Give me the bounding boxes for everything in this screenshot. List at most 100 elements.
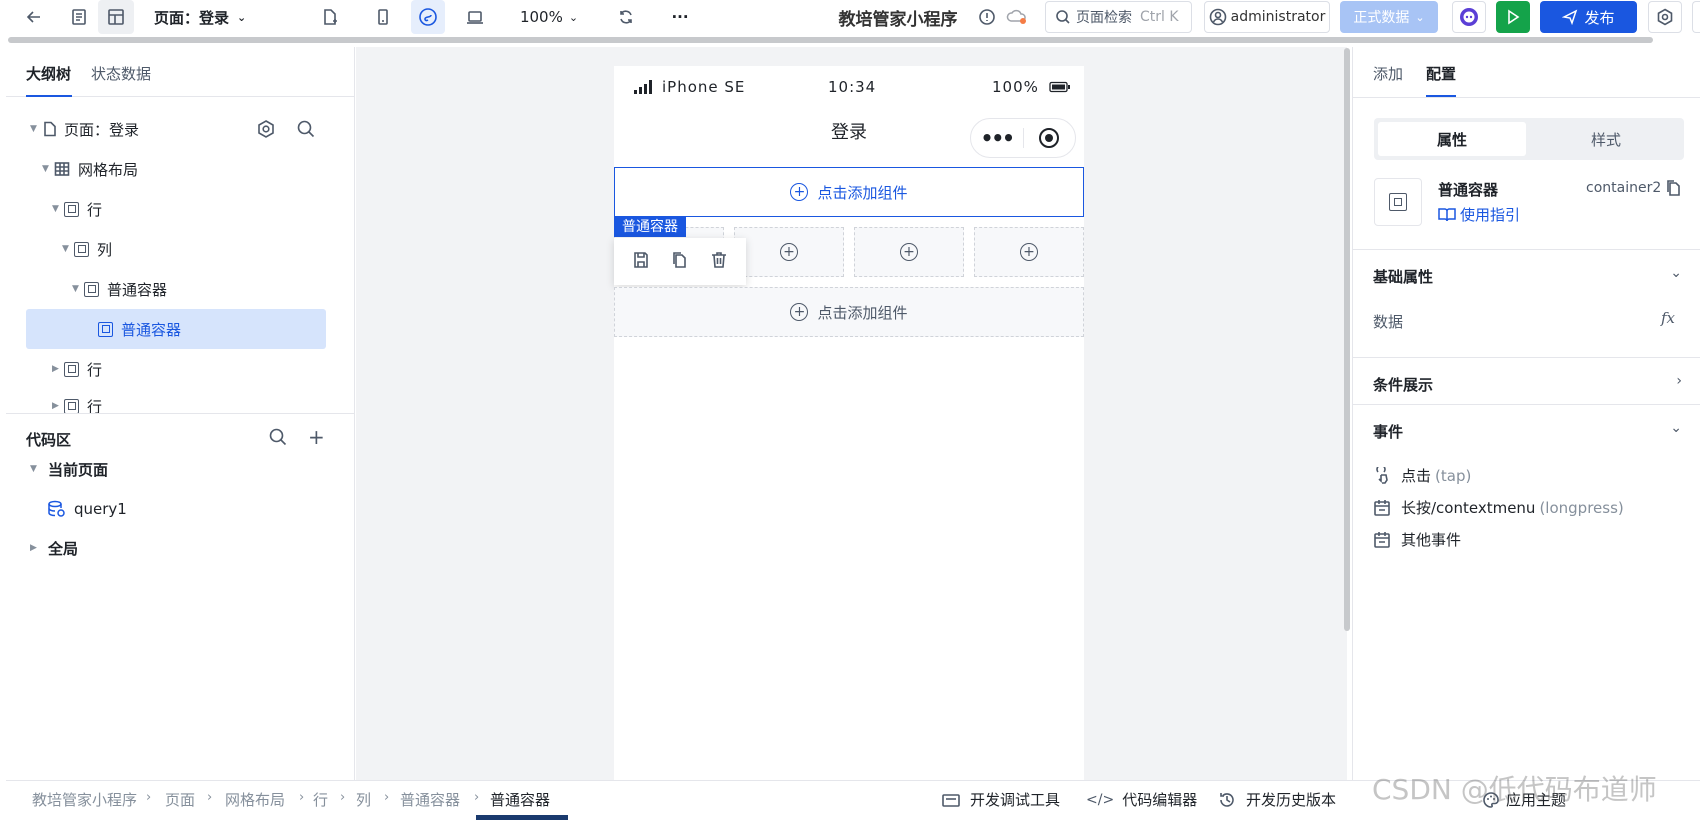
breadcrumb-app[interactable]: 教培管家小程序 — [32, 789, 137, 810]
publish-button[interactable]: 发布 — [1540, 1, 1637, 33]
container-icon — [84, 281, 99, 297]
page-settings-button[interactable] — [256, 119, 276, 143]
settings-button[interactable] — [1648, 1, 1682, 33]
tree-node-grid-layout[interactable]: ▼ 网格布局 — [42, 149, 322, 189]
calendar-icon — [1374, 531, 1390, 548]
add-code-button[interactable]: + — [308, 425, 325, 449]
ai-assistant-button[interactable] — [1452, 1, 1486, 33]
breadcrumb-container[interactable]: 普通容器 — [400, 789, 460, 810]
tree-search-button[interactable] — [296, 119, 316, 143]
desktop-device-button[interactable] — [458, 0, 492, 34]
tree-overflow-clip: ▶ 行 — [6, 389, 355, 413]
tree-node-container[interactable]: ▼ 普通容器 — [72, 269, 322, 309]
basic-properties-title[interactable]: 基础属性 — [1373, 266, 1433, 287]
laptop-icon — [467, 11, 483, 24]
miniprogram-device-button[interactable] — [411, 0, 445, 34]
add-component-slot-bottom[interactable]: + 点击添加组件 — [614, 287, 1084, 337]
code-editor-button[interactable]: </> 代码编辑器 — [1086, 789, 1197, 810]
code-search-button[interactable] — [268, 427, 288, 451]
condition-display-title[interactable]: 条件展示 — [1373, 374, 1433, 395]
grid-cell[interactable]: + — [974, 227, 1084, 277]
event-other[interactable]: 其他事件 — [1373, 529, 1461, 550]
chevron-right-icon[interactable]: › — [1676, 373, 1682, 389]
container-icon — [64, 398, 79, 413]
segment-styles[interactable]: 样式 — [1532, 122, 1680, 156]
chevron-down-icon[interactable]: ⌄ — [1670, 420, 1682, 436]
refresh-button[interactable] — [611, 0, 641, 34]
tree-node-row[interactable]: ▼ 行 — [52, 189, 322, 229]
tab-state-data[interactable]: 状态数据 — [91, 63, 151, 84]
tool-label: 开发历史版本 — [1246, 791, 1337, 809]
code-item-query1[interactable]: query1 — [46, 489, 306, 529]
grid-cell[interactable]: + — [734, 227, 844, 277]
breadcrumb-grid-layout[interactable]: 网格布局 — [225, 789, 285, 810]
database-query-icon — [48, 500, 65, 517]
back-button[interactable] — [20, 0, 48, 34]
plus-circle-icon: + — [1020, 243, 1038, 261]
breadcrumb-row[interactable]: 行 — [313, 789, 328, 810]
layout-view-button[interactable] — [98, 0, 134, 34]
ai-bot-icon — [1460, 8, 1478, 26]
tree-node-page[interactable]: ▼ 页面：登录 — [30, 109, 330, 149]
run-preview-button[interactable] — [1496, 1, 1530, 33]
page-selector[interactable]: 页面：登录 ⌄ — [154, 0, 254, 34]
status-bar-right: 100% — [992, 78, 1071, 96]
more-button[interactable]: ··· — [666, 0, 694, 34]
tree-node-row[interactable]: ▶ 行 — [52, 349, 322, 389]
usage-guide-link[interactable]: 使用指引 — [1438, 204, 1520, 225]
tab-add[interactable]: 添加 — [1373, 63, 1403, 84]
env-data-select[interactable]: 正式数据 ⌄ — [1340, 1, 1438, 33]
code-group-current-page[interactable]: ▼ 当前页面 — [30, 449, 310, 489]
history-versions-button[interactable]: 开发历史版本 — [1218, 789, 1336, 810]
fx-expression-button[interactable]: fx — [1661, 309, 1675, 327]
tree-node-row[interactable]: ▶ 行 — [52, 389, 322, 413]
chevron-down-icon[interactable]: ⌄ — [1670, 265, 1682, 281]
tree-node-label: 行 — [87, 200, 103, 219]
document-icon — [72, 9, 86, 25]
breadcrumb-column[interactable]: 列 — [356, 789, 371, 810]
copy-button[interactable] — [671, 251, 689, 273]
carrier-label: iPhone SE — [662, 78, 746, 96]
event-tap[interactable]: 点击 (tap) — [1373, 465, 1471, 486]
user-icon — [1209, 8, 1226, 26]
capsule-more-icon[interactable]: ••• — [971, 126, 1023, 150]
tab-outline-tree[interactable]: 大纲树 — [26, 63, 71, 84]
grid-cell[interactable]: + — [854, 227, 964, 277]
tool-label: 开发调试工具 — [970, 791, 1061, 809]
tool-label: 代码编辑器 — [1122, 791, 1198, 809]
outline-view-button[interactable] — [64, 0, 94, 34]
event-longpress[interactable]: 长按/contextmenu (longpress) — [1373, 497, 1624, 518]
capsule-close-icon[interactable] — [1023, 127, 1075, 149]
save-button[interactable] — [632, 251, 650, 273]
copy-icon[interactable] — [1665, 180, 1681, 196]
user-menu[interactable]: administrator — [1204, 1, 1330, 33]
tab-active-indicator — [26, 95, 72, 97]
zoom-selector[interactable]: 100% ⌄ — [518, 0, 580, 34]
delete-button[interactable] — [710, 251, 728, 273]
code-group-global[interactable]: ▶ 全局 — [30, 528, 310, 568]
horizontal-scrollbar[interactable] — [8, 37, 1653, 43]
tree-node-container-selected[interactable]: 普通容器 — [26, 309, 326, 349]
dev-debug-tools-button[interactable]: 开发调试工具 — [942, 789, 1060, 810]
vertical-scrollbar[interactable] — [1344, 48, 1350, 631]
events-title[interactable]: 事件 — [1373, 421, 1403, 442]
info-button[interactable] — [976, 0, 998, 34]
code-group-label: 全局 — [48, 539, 79, 558]
search-shortcut: Ctrl K — [1140, 9, 1179, 25]
add-page-button[interactable] — [316, 0, 344, 34]
component-id-label: container2 — [1586, 180, 1662, 196]
component-name: 普通容器 — [1438, 181, 1499, 199]
tab-config[interactable]: 配置 — [1426, 63, 1456, 84]
refresh-icon — [620, 10, 632, 24]
segment-properties[interactable]: 属性 — [1378, 122, 1526, 156]
caret-down-icon: ▼ — [30, 464, 37, 474]
page-search-input[interactable]: 页面检索 Ctrl K — [1045, 1, 1192, 33]
mobile-device-button[interactable] — [368, 0, 398, 34]
tree-node-column[interactable]: ▼ 列 — [62, 229, 322, 269]
overflow-button[interactable] — [1692, 1, 1700, 33]
breadcrumb-page[interactable]: 页面 — [165, 789, 195, 810]
status-time: 10:34 — [828, 78, 877, 96]
breadcrumb-current[interactable]: 普通容器 — [490, 789, 550, 810]
add-component-slot-top[interactable]: + 点击添加组件 — [614, 167, 1084, 217]
capsule-button[interactable]: ••• — [970, 118, 1076, 158]
